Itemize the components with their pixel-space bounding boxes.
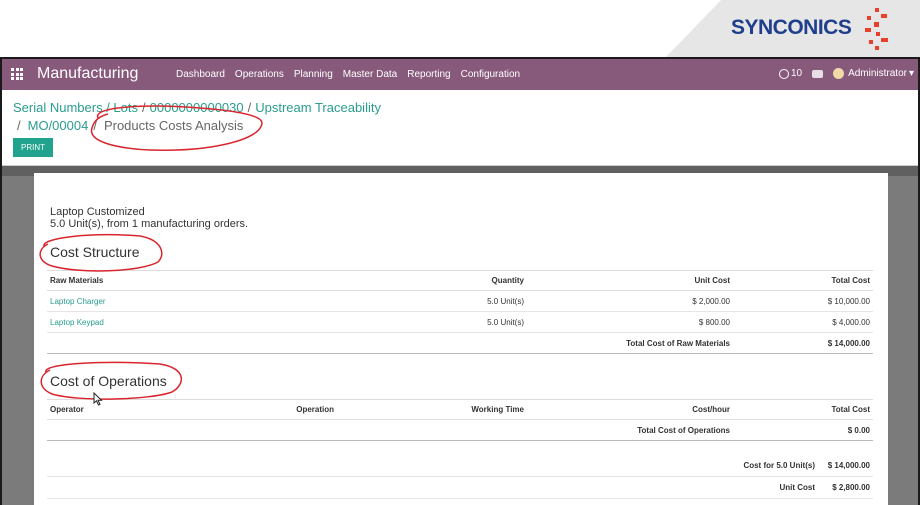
print-button[interactable]: PRINT (13, 138, 53, 157)
raw-material-link[interactable]: Laptop Charger (47, 291, 347, 312)
product-summary: 5.0 Unit(s), from 1 manufacturing orders… (50, 218, 249, 230)
brand-logo-text: SYNCONICS (731, 16, 852, 39)
breadcrumb-upstream-traceability[interactable]: Upstream Traceability (255, 100, 381, 115)
col-raw-materials: Raw Materials (50, 276, 104, 285)
user-name: Administrator (848, 68, 907, 79)
main-menu: Dashboard Operations Planning Master Dat… (176, 69, 530, 80)
breadcrumb-lot[interactable]: 0000000000030 (150, 100, 244, 115)
table-row: Laptop Keypad 5.0 Unit(s) $ 800.00 $ 4,0… (47, 312, 873, 333)
activity-button[interactable]: 10 (778, 68, 803, 79)
unit-cost-value: $ 2,800.00 (832, 483, 870, 492)
cost-for-value: $ 14,000.00 (827, 461, 870, 470)
control-panel: Serial Numbers / Lots/0000000000030/Upst… (2, 90, 918, 166)
breadcrumb-mo[interactable]: MO/00004 (28, 118, 89, 133)
raw-total: $ 4,000.00 (832, 317, 870, 327)
apps-grid-icon[interactable] (11, 68, 23, 80)
raw-total-value: $ 14,000.00 (827, 338, 870, 348)
col-quantity: Quantity (491, 276, 524, 285)
avatar (833, 68, 845, 79)
table-header-row: Raw Materials Quantity Unit Cost Total C… (47, 270, 873, 291)
menu-operations[interactable]: Operations (235, 69, 284, 80)
unit-cost-row: Unit Cost $ 2,800.00 (47, 477, 873, 499)
menu-reporting[interactable]: Reporting (407, 69, 450, 80)
raw-qty: 5.0 Unit(s) (487, 296, 524, 306)
activity-count: 10 (790, 68, 803, 79)
chevron-down-icon: ▾ (908, 68, 914, 79)
col-op-total-cost: Total Cost (831, 405, 870, 414)
raw-total: $ 10,000.00 (827, 296, 870, 306)
raw-total-label: Total Cost of Raw Materials (626, 338, 730, 348)
col-working-time: Working Time (471, 405, 524, 414)
report-page: Laptop Customized 5.0 Unit(s), from 1 ma… (34, 173, 888, 505)
breadcrumb: Serial Numbers / Lots/0000000000030/Upst… (13, 100, 381, 115)
cost-for-label: Cost for 5.0 Unit(s) (743, 461, 815, 470)
op-total-label: Total Cost of Operations (637, 425, 730, 435)
raw-materials-table: Raw Materials Quantity Unit Cost Total C… (47, 270, 873, 354)
op-total-row: Total Cost of Operations $ 0.00 (47, 420, 873, 441)
top-navbar: Manufacturing Dashboard Operations Plann… (2, 59, 918, 90)
screenshot-root: SYNCONICS Manufacturing Dashboard Operat… (0, 0, 920, 505)
raw-material-link[interactable]: Laptop Keypad (47, 312, 347, 333)
chat-icon[interactable] (812, 69, 824, 78)
unit-cost-label: Unit Cost (779, 483, 815, 492)
app-window: Manufacturing Dashboard Operations Plann… (0, 57, 920, 505)
brand-mark-icon (865, 8, 888, 50)
col-unit-cost: Unit Cost (694, 276, 730, 285)
clock-icon (778, 68, 789, 79)
user-menu[interactable]: Administrator ▾ (833, 68, 914, 79)
cost-of-operations-title: Cost of Operations (50, 373, 167, 389)
op-total-value: $ 0.00 (847, 425, 870, 435)
raw-unit-cost: $ 800.00 (698, 317, 730, 327)
menu-dashboard[interactable]: Dashboard (176, 69, 225, 80)
raw-qty: 5.0 Unit(s) (487, 317, 524, 327)
cost-for-row: Cost for 5.0 Unit(s) $ 14,000.00 (47, 455, 873, 477)
raw-total-row: Total Cost of Raw Materials $ 14,000.00 (47, 333, 873, 354)
breadcrumb-line-2: / MO/00004/Products Costs Analysis (17, 118, 244, 133)
col-total-cost: Total Cost (831, 276, 870, 285)
col-cost-hour: Cost/hour (692, 405, 730, 414)
breadcrumb-serial-numbers[interactable]: Serial Numbers / Lots (13, 100, 138, 115)
menu-configuration[interactable]: Configuration (461, 69, 520, 80)
app-title[interactable]: Manufacturing (37, 65, 138, 83)
raw-unit-cost: $ 2,000.00 (692, 296, 730, 306)
cost-structure-title: Cost Structure (50, 244, 140, 260)
product-name: Laptop Customized (50, 206, 145, 218)
menu-planning[interactable]: Planning (294, 69, 333, 80)
col-operator: Operator (50, 405, 84, 414)
breadcrumb-current: Products Costs Analysis (103, 118, 244, 133)
navbar-systray: 10 Administrator ▾ (778, 68, 914, 79)
brand-banner: SYNCONICS (0, 0, 920, 58)
col-operation: Operation (296, 405, 334, 414)
menu-master-data[interactable]: Master Data (343, 69, 397, 80)
operations-table: Operator Operation Working Time Cost/hou… (47, 399, 873, 441)
cost-summary: Cost for 5.0 Unit(s) $ 14,000.00 Unit Co… (47, 455, 873, 499)
mouse-cursor-icon (93, 392, 103, 406)
table-row: Laptop Charger 5.0 Unit(s) $ 2,000.00 $ … (47, 291, 873, 312)
table-header-row: Operator Operation Working Time Cost/hou… (47, 399, 873, 420)
